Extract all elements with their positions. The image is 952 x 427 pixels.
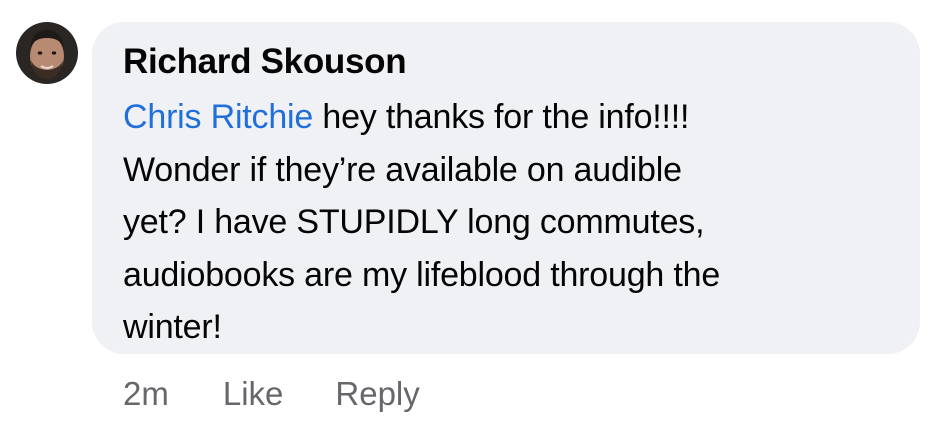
mention-link[interactable]: Chris Ritchie: [123, 98, 313, 136]
comment-body: Chris Ritchie hey thanks for the info!!!…: [123, 91, 890, 354]
avatar[interactable]: [16, 22, 78, 84]
comment-timestamp[interactable]: 2m: [123, 372, 169, 416]
like-button[interactable]: Like: [223, 372, 284, 416]
reply-button[interactable]: Reply: [335, 372, 419, 416]
avatar-photo-icon: [16, 22, 78, 84]
comment-text-rest: Wonder if they’re available on audible y…: [123, 150, 721, 347]
comment-bubble: Richard Skouson Chris Ritchie hey thanks…: [92, 22, 920, 354]
comment-text-first-line: hey thanks for the info!!!!: [313, 98, 690, 136]
comment-author[interactable]: Richard Skouson: [123, 40, 890, 84]
comment-actions: 2m Like Reply: [123, 372, 420, 416]
